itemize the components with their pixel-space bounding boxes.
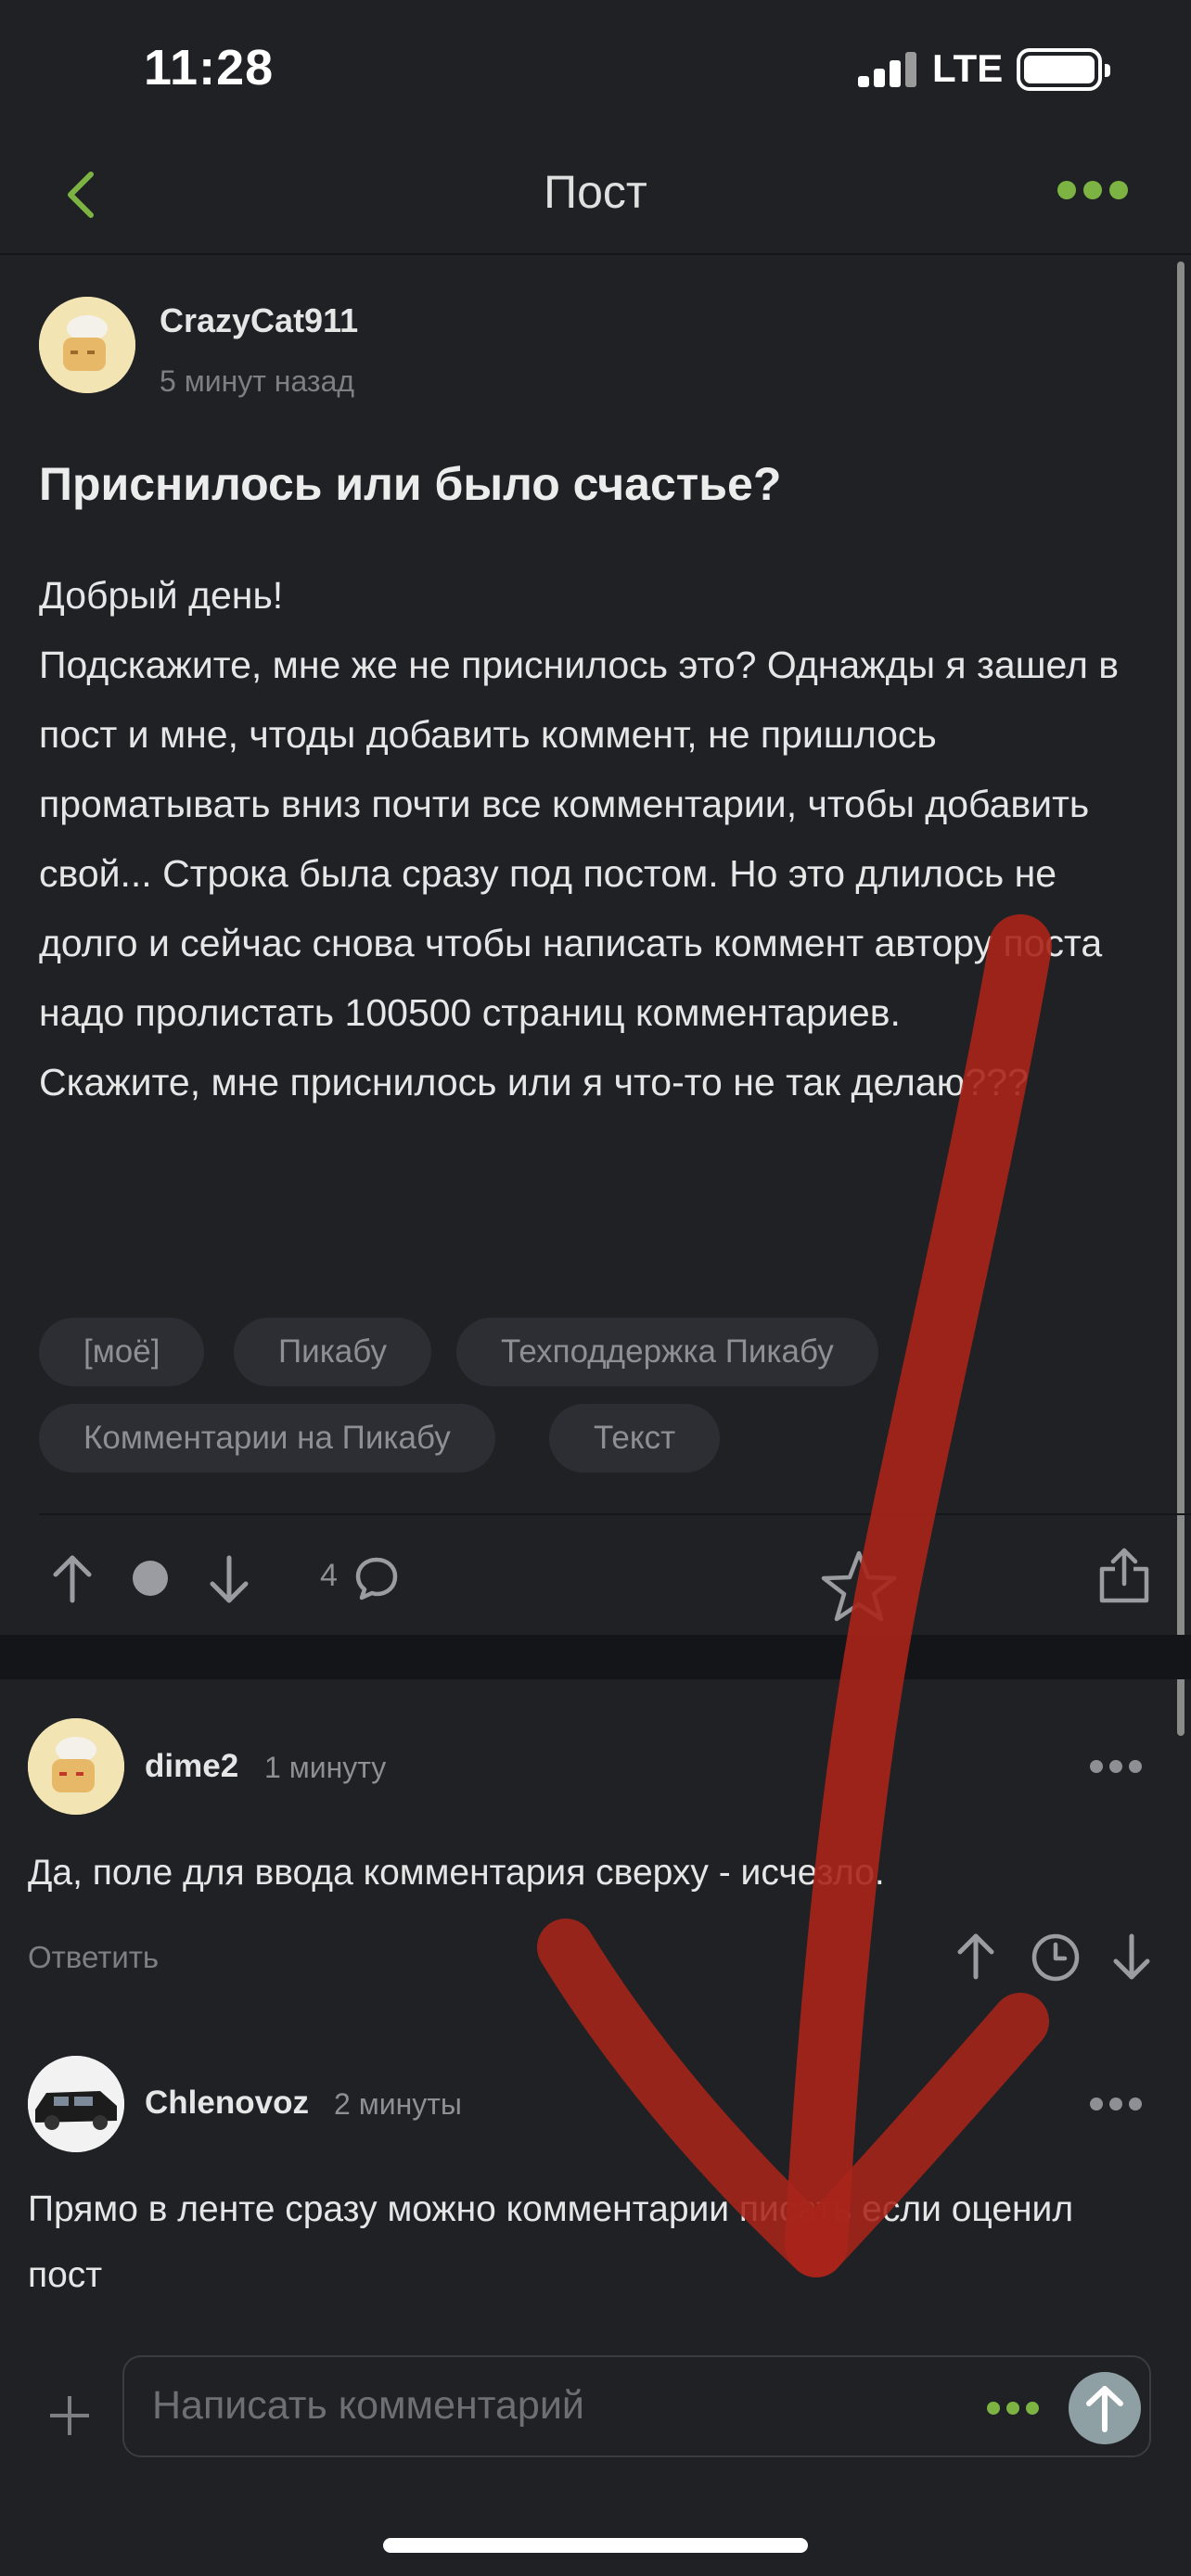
tag[interactable]: Текст [549, 1404, 721, 1473]
arrow-up-icon [1086, 2386, 1123, 2432]
avatar[interactable] [39, 297, 135, 393]
more-dots-icon[interactable] [1090, 1760, 1151, 1779]
signal-icon [858, 52, 917, 87]
comment-author[interactable]: dime2 [145, 1748, 238, 1785]
comment-bubble-icon[interactable] [352, 1554, 401, 1607]
typing-dots-icon [987, 2402, 1052, 2417]
post-paragraph: Подскажите, мне же не приснилось это? Од… [39, 644, 1120, 1034]
tag[interactable]: Техподдержка Пикабу [456, 1318, 878, 1386]
nav-bar: Пост [0, 139, 1191, 255]
home-indicator [383, 2538, 808, 2553]
reply-button[interactable]: Ответить [28, 1940, 159, 1975]
status-time: 11:28 [144, 40, 275, 96]
post-body: Добрый день! Подскажите, мне же не присн… [39, 561, 1161, 1117]
comment-input-placeholder: Написать комментарий [152, 2383, 584, 2428]
post-paragraph: Добрый день! [39, 574, 284, 617]
comment-time: 2 минуты [334, 2087, 462, 2121]
divider [39, 1513, 1191, 1515]
share-icon[interactable] [1096, 1547, 1152, 1611]
clock-icon[interactable] [1030, 1932, 1082, 1988]
tag[interactable]: Пикабу [234, 1318, 432, 1386]
post-paragraph: Скажите, мне приснилось или я что-то не … [39, 1061, 1029, 1103]
battery-icon [1017, 48, 1110, 91]
comment-input[interactable]: Написать комментарий [122, 2355, 1151, 2457]
post-actions: 4 [0, 1521, 1191, 1632]
star-icon[interactable] [819, 1549, 899, 1627]
tag[interactable]: [моё] [39, 1318, 205, 1386]
post-time: 5 минут назад [160, 364, 355, 398]
comment-text: Прямо в ленте сразу можно комментарии пи… [28, 2189, 1074, 2295]
comment-time: 1 минуту [264, 1751, 387, 1784]
upvote-arrow-icon[interactable] [51, 1554, 94, 1609]
send-button[interactable] [1069, 2372, 1141, 2444]
more-dots-icon[interactable] [1057, 181, 1141, 209]
rating-dot [133, 1561, 168, 1596]
section-divider [0, 1635, 1191, 1679]
page-title: Пост [544, 166, 647, 218]
status-bar: 11:28 LTE [0, 0, 1191, 139]
network-type: LTE [932, 46, 1004, 90]
more-dots-icon[interactable] [1090, 2098, 1151, 2116]
comment-author[interactable]: Chlenovoz [145, 2085, 309, 2122]
avatar[interactable] [28, 2056, 124, 2152]
post-title: Приснилось или было счастье? [39, 458, 782, 510]
avatar[interactable] [28, 1718, 124, 1815]
downvote-arrow-icon[interactable] [1111, 1932, 1152, 1985]
comment-count: 4 [320, 1558, 338, 1593]
downvote-arrow-icon[interactable] [208, 1554, 250, 1609]
plus-icon[interactable] [46, 2392, 93, 2439]
post-author[interactable]: CrazyCat911 [160, 301, 358, 340]
comment-text: Да, поле для ввода комментария сверху - … [28, 1853, 885, 1893]
upvote-arrow-icon[interactable] [955, 1932, 996, 1985]
comment-composer: Написать комментарий [0, 2337, 1191, 2476]
tag[interactable]: Комментарии на Пикабу [39, 1404, 495, 1473]
